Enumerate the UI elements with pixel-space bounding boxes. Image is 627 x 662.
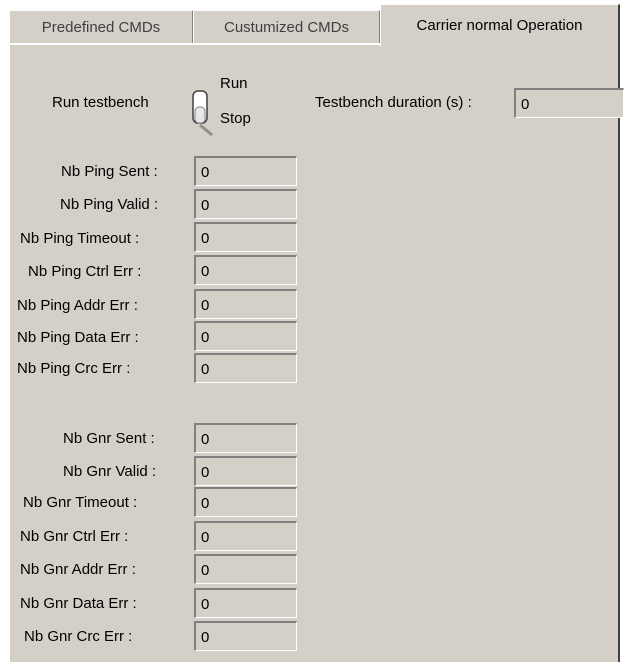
ping-sent-label: Nb Ping Sent :	[61, 163, 158, 180]
ping-crc-err-field: 0	[194, 353, 297, 383]
ping-timeout-label: Nb Ping Timeout :	[20, 230, 140, 247]
ping-addr-err-field: 0	[194, 289, 297, 319]
ping-crc-err-label: Nb Ping Crc Err :	[17, 360, 131, 377]
testbench-duration-label: Testbench duration (s) :	[315, 94, 472, 111]
ping-valid-label: Nb Ping Valid :	[60, 196, 159, 213]
gnr-timeout-field: 0	[194, 487, 297, 517]
gnr-addr-err-label: Nb Gnr Addr Err :	[20, 561, 136, 578]
gnr-valid-field: 0	[194, 456, 297, 486]
gnr-sent-field: 0	[194, 423, 297, 453]
gnr-addr-err-field: 0	[194, 554, 297, 584]
ping-valid-field: 0	[194, 189, 297, 219]
toggle-lever	[194, 106, 206, 124]
ping-sent-field: 0	[194, 156, 297, 186]
toggle-run-label: Run	[220, 75, 248, 92]
gnr-data-err-label: Nb Gnr Data Err :	[20, 595, 137, 612]
gnr-data-err-field: 0	[194, 588, 297, 618]
ping-timeout-field: 0	[194, 222, 297, 252]
tab-carrier-normal-operation[interactable]: Carrier normal Operation	[380, 4, 620, 46]
run-stop-toggle-switch[interactable]	[190, 85, 216, 139]
ping-data-err-field: 0	[194, 321, 297, 351]
run-testbench-label: Run testbench	[52, 94, 149, 111]
gnr-ctrl-err-field: 0	[194, 521, 297, 551]
toggle-stop-label: Stop	[220, 110, 251, 127]
ping-addr-err-label: Nb Ping Addr Err :	[17, 297, 138, 314]
ping-ctrl-err-field: 0	[194, 255, 297, 285]
toggle-shadow	[199, 123, 213, 137]
tab-bar: Predefined CMDs Custumized CMDs Carrier …	[0, 0, 627, 46]
gnr-sent-label: Nb Gnr Sent :	[63, 430, 155, 447]
gnr-timeout-label: Nb Gnr Timeout :	[23, 494, 138, 511]
gnr-crc-err-label: Nb Gnr Crc Err :	[24, 628, 133, 645]
tab-predefined-cmds[interactable]: Predefined CMDs	[9, 10, 193, 43]
gnr-valid-label: Nb Gnr Valid :	[63, 463, 157, 480]
gnr-ctrl-err-label: Nb Gnr Ctrl Err :	[20, 528, 129, 545]
ping-data-err-label: Nb Ping Data Err :	[17, 329, 139, 346]
ping-ctrl-err-label: Nb Ping Ctrl Err :	[28, 263, 142, 280]
testbench-duration-field[interactable]: 0	[514, 88, 624, 118]
tab-customized-cmds[interactable]: Custumized CMDs	[193, 10, 380, 43]
gnr-crc-err-field: 0	[194, 621, 297, 651]
